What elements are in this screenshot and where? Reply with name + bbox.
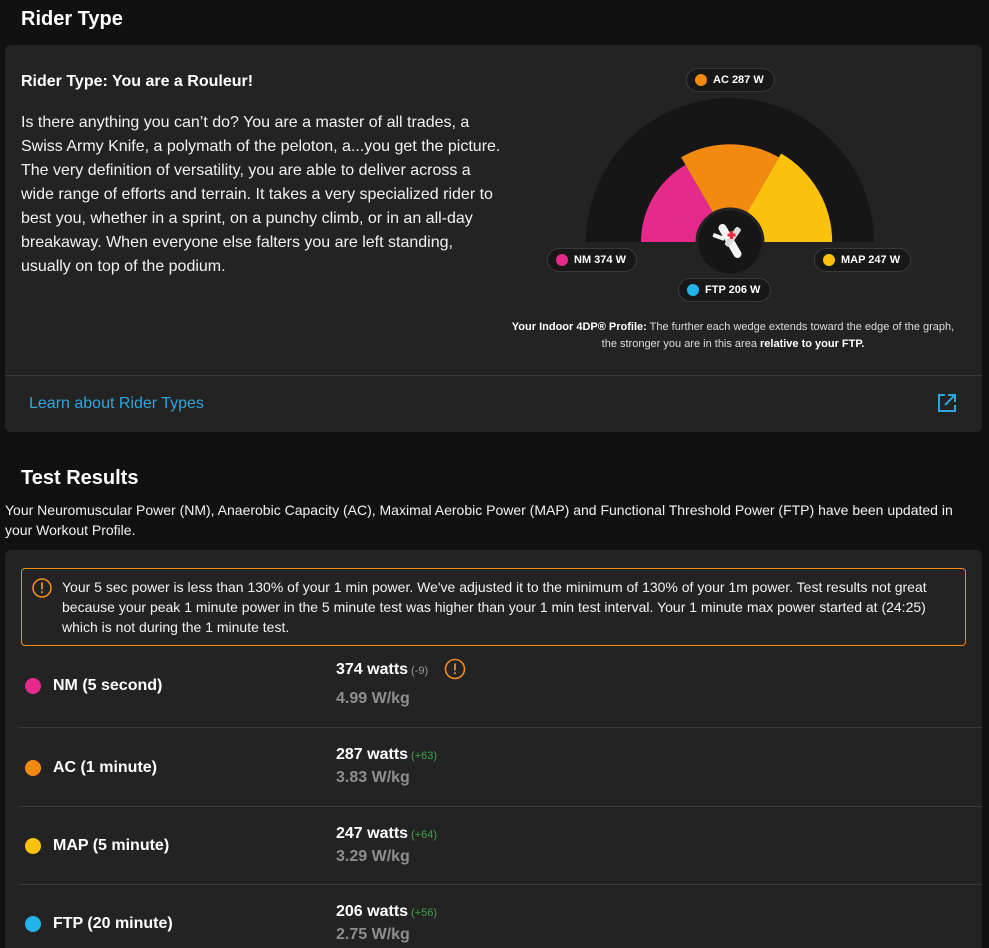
card-divider — [5, 375, 982, 376]
row-separator — [19, 884, 982, 885]
map-pill: MAP 247 W — [814, 248, 912, 272]
rider-type-card: Rider Type: You are a Rouleur! Is there … — [5, 45, 982, 432]
metric-label-ac: AC (1 minute) — [53, 759, 157, 776]
profile-note-emphasis: relative to your FTP. — [760, 338, 865, 350]
nm-dot — [25, 678, 41, 694]
row-separator — [19, 806, 982, 807]
wkg-ac: 3.83 W/kg — [336, 769, 410, 786]
wkg-nm: 4.99 W/kg — [336, 690, 410, 707]
watts-value-ac: 287 watts — [336, 746, 409, 763]
watts-ftp: 206 watts (+56) — [336, 903, 437, 921]
watts-ac: 287 watts (+63) — [336, 746, 437, 764]
watts-value-nm: 374 watts — [336, 661, 409, 678]
ftp-pill-label: FTP 206 W — [705, 284, 761, 296]
nm-pill-label: NM 374 W — [574, 254, 626, 266]
delta-map: (+64) — [411, 829, 438, 841]
nm-adjusted-warning-icon[interactable] — [444, 658, 466, 680]
watts-value-ftp: 206 watts — [336, 903, 409, 920]
nm-dot — [556, 254, 568, 266]
watts-map: 247 watts (+64) — [336, 825, 437, 843]
ac-dot — [695, 74, 707, 86]
warning-icon — [32, 578, 52, 598]
map-dot — [823, 254, 835, 266]
watts-value-map: 247 watts — [336, 825, 409, 842]
ftp-pill: FTP 206 W — [678, 278, 772, 302]
row-separator — [19, 727, 982, 728]
nm-pill: NM 374 W — [547, 248, 637, 272]
test-results-card: Your 5 sec power is less than 130% of yo… — [5, 550, 982, 948]
ac-pill: AC 287 W — [686, 68, 775, 92]
delta-ftp: (+56) — [411, 907, 438, 919]
delta-ac: (+63) — [411, 750, 438, 762]
map-dot — [25, 838, 41, 854]
wkg-map: 3.29 W/kg — [336, 848, 410, 865]
warning-text: Your 5 sec power is less than 130% of yo… — [62, 579, 927, 635]
ftp-dot — [25, 916, 41, 932]
wkg-ftp: 2.75 W/kg — [336, 926, 410, 943]
rider-type-section-title: Rider Type — [21, 8, 123, 30]
delta-nm: (-9) — [411, 665, 429, 677]
test-warning-banner: Your 5 sec power is less than 130% of yo… — [21, 568, 966, 646]
metric-label-map: MAP (5 minute) — [53, 837, 170, 854]
profile-note: Your Indoor 4DP® Profile: The further ea… — [508, 319, 958, 353]
test-results-description: Your Neuromuscular Power (NM), Anaerobic… — [5, 502, 953, 538]
test-results-section-title: Test Results — [21, 467, 139, 489]
metric-label-ftp: FTP (20 minute) — [53, 915, 173, 932]
map-pill-label: MAP 247 W — [841, 254, 901, 266]
watts-nm: 374 watts (-9) — [336, 661, 428, 679]
external-link-icon[interactable] — [936, 392, 958, 414]
4dp-profile-gauge: AC 287 W NM 374 W MAP 247 W FTP 206 W Yo… — [5, 45, 982, 375]
ac-pill-label: AC 287 W — [713, 74, 764, 86]
metric-label-nm: NM (5 second) — [53, 677, 163, 694]
ftp-dot — [687, 284, 699, 296]
learn-rider-types-link[interactable]: Learn about Rider Types — [29, 395, 204, 413]
ac-dot — [25, 760, 41, 776]
profile-note-title: Your Indoor 4DP® Profile: — [511, 321, 647, 333]
